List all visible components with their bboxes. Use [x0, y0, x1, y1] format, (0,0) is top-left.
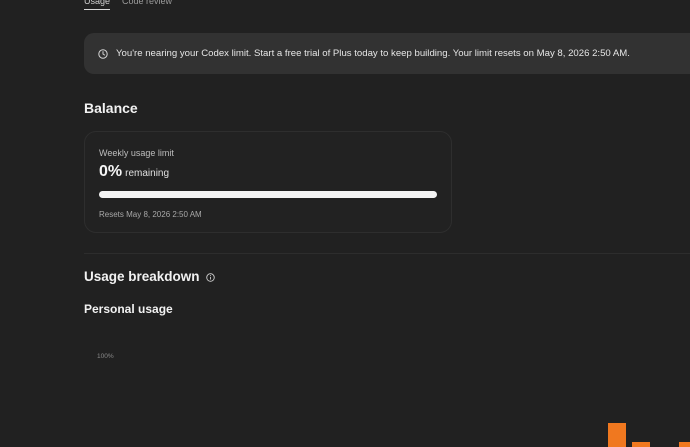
section-divider [84, 253, 690, 254]
clock-icon [98, 48, 108, 59]
usage-bar [679, 442, 690, 447]
usage-bar [632, 442, 650, 447]
balance-heading: Balance [84, 100, 138, 116]
remaining-label: remaining [125, 168, 170, 179]
usage-breakdown-heading: Usage breakdown [84, 269, 200, 284]
tab-code-review[interactable]: Code review [122, 0, 172, 10]
weekly-usage-card: Weekly usage limit 0% remaining Resets M… [84, 131, 452, 233]
personal-usage-heading: Personal usage [84, 302, 173, 316]
reset-time-text: Resets May 8, 2026 2:50 AM [99, 210, 202, 219]
usage-breakdown-header: Usage breakdown [84, 269, 215, 284]
usage-remaining-value: 0% remaining [99, 163, 169, 181]
usage-page: Usage Code review You're nearing your Co… [0, 0, 690, 447]
limit-notice-banner: You're nearing your Codex limit. Start a… [84, 33, 690, 74]
usage-progress-bar [99, 191, 437, 198]
weekly-usage-label: Weekly usage limit [99, 148, 174, 158]
info-icon[interactable] [205, 272, 215, 282]
limit-notice-text: You're nearing your Codex limit. Start a… [116, 48, 630, 59]
tab-usage[interactable]: Usage [84, 0, 111, 10]
y-axis-top-label: 100% [97, 353, 114, 360]
remaining-percent: 0% [99, 163, 123, 180]
usage-bar [608, 423, 626, 447]
tab-bar: Usage Code review [84, 0, 172, 10]
